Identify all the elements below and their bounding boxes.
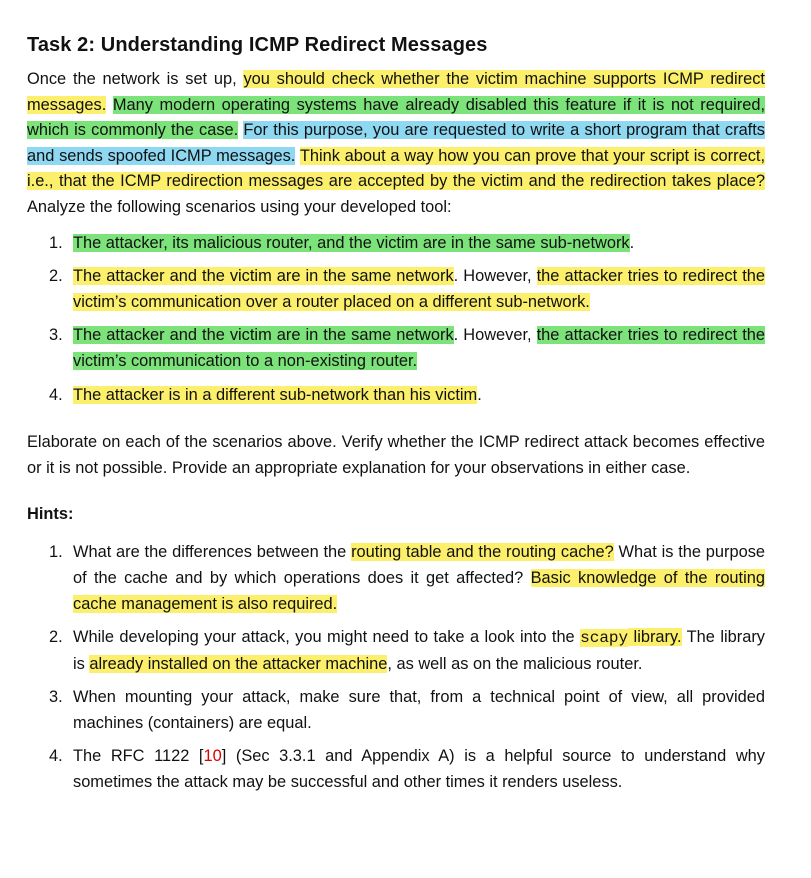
list-text: . (629, 233, 635, 252)
list-text: . (477, 385, 482, 404)
highlight-yellow: The attacker is in a different sub-netwo… (73, 385, 478, 404)
list-text: The RFC 1122 [ (73, 747, 204, 766)
highlight-yellow: already installed on the attacker machin… (89, 654, 388, 673)
highlight-green: The attacker and the victim are in the s… (73, 326, 454, 345)
highlight-yellow: routing table and the routing cache? (351, 543, 614, 562)
citation-link[interactable]: 10 (203, 747, 221, 765)
intro-space-1 (106, 96, 113, 114)
list-number: 4. (49, 747, 63, 766)
intro-paragraph: Once the network is set up, you should c… (27, 67, 765, 221)
list-number: 4. (49, 385, 63, 404)
list-text: While developing your attack, you might … (73, 628, 581, 647)
list-text: . However, (453, 326, 537, 345)
section-title: Task 2: Understanding ICMP Redirect Mess… (27, 34, 488, 56)
list-item: 1. The attacker, its malicious router, a… (27, 231, 765, 257)
list-text: When mounting your attack, make sure tha… (73, 688, 765, 732)
highlight-yellow: library. (628, 628, 682, 647)
code-scapy: scapy (580, 629, 629, 648)
list-number: 2. (49, 628, 63, 647)
hints-list: 1. What are the differences between the … (27, 540, 765, 795)
list-item: 2. The attacker and the victim are in th… (27, 264, 765, 315)
list-number: 3. (49, 688, 63, 707)
list-text: , as well as on the malicious router. (387, 654, 643, 673)
list-number: 2. (49, 267, 63, 286)
list-text: . However, (453, 267, 537, 286)
intro-text-2: Analyze the following scenarios using yo… (27, 197, 452, 216)
intro-text-1: Once the network is set up, (27, 70, 244, 88)
list-item: 1. What are the differences between the … (27, 540, 765, 617)
list-item: 3. When mounting your attack, make sure … (27, 685, 765, 736)
highlight-green: The attacker, its malicious router, and … (73, 233, 630, 252)
hints-heading: Hints: (27, 505, 74, 524)
list-item: 4. The attacker is in a different sub-ne… (27, 383, 765, 409)
list-number: 1. (49, 233, 63, 252)
list-number: 1. (49, 543, 63, 562)
document-page: Task 2: Understanding ICMP Redirect Mess… (27, 26, 765, 796)
elaborate-paragraph: Elaborate on each of the scenarios above… (27, 433, 765, 477)
list-text: What are the differences between the (73, 543, 352, 562)
highlight-yellow: The attacker and the victim are in the s… (73, 267, 454, 286)
list-item: 4. The RFC 1122 [10] (Sec 3.3.1 and Appe… (27, 744, 765, 795)
list-item: 3. The attacker and the victim are in th… (27, 323, 765, 374)
list-number: 3. (49, 326, 63, 345)
list-item: 2. While developing your attack, you mig… (27, 625, 765, 677)
scenario-list: 1. The attacker, its malicious router, a… (27, 231, 765, 409)
